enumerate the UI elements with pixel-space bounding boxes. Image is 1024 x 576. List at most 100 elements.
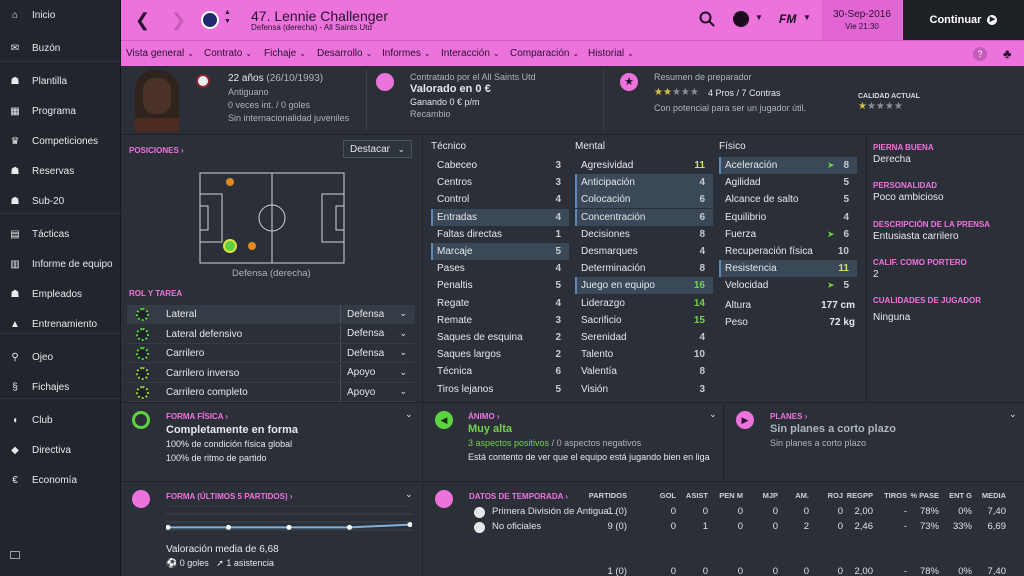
- attribute-row[interactable]: Equilibrio 4: [719, 209, 857, 226]
- forward-icon[interactable]: ❯: [171, 10, 186, 31]
- attribute-row[interactable]: Resistencia 11: [719, 260, 857, 278]
- sidebar-item-reservas[interactable]: ☗ Reservas: [0, 159, 121, 183]
- chevron-down-icon[interactable]: ⌄: [405, 489, 413, 500]
- help-icon[interactable]: ?: [973, 47, 987, 61]
- chevron-down-icon[interactable]: ▼: [803, 13, 811, 22]
- attribute-row[interactable]: Cabeceo 3: [431, 157, 569, 174]
- attribute-row[interactable]: Colocación 6: [575, 191, 713, 209]
- sidebar-item-inicio[interactable]: ⌂ Inicio: [0, 3, 121, 27]
- sidebar-item-buz-n[interactable]: ✉ Buzón: [0, 36, 121, 60]
- attribute-row[interactable]: Desmarques 4: [575, 243, 713, 260]
- attribute-row[interactable]: Recuperación física 10: [719, 243, 857, 260]
- sidebar-item-competiciones[interactable]: ♛ Competiciones: [0, 129, 121, 153]
- sidebar-item-plantilla[interactable]: ☗ Plantilla: [0, 69, 121, 93]
- role-row[interactable]: Lateral Defensa ⌄: [127, 305, 415, 324]
- sidebar-item-informe-de-equipo[interactable]: ▥ Informe de equipo: [0, 252, 121, 276]
- tab-historial[interactable]: Historial ⌄: [588, 48, 634, 59]
- attribute-row[interactable]: Pases 4: [431, 260, 569, 277]
- sidebar-item-sub-20[interactable]: ☗ Sub-20: [0, 189, 121, 213]
- season-column-header[interactable]: PEN M: [719, 491, 743, 500]
- morale-label[interactable]: ÁNIMO ›: [468, 412, 500, 421]
- role-row[interactable]: Carrilero inverso Apoyo ⌄: [127, 363, 415, 383]
- attribute-row[interactable]: Valentía 8: [575, 363, 713, 380]
- attribute-row[interactable]: Serenidad 4: [575, 329, 713, 346]
- duty-dropdown[interactable]: Defensa ⌄: [340, 324, 413, 343]
- positions-title[interactable]: POSICIONES ›: [129, 146, 184, 155]
- sidebar-item-t-cticas[interactable]: ▤ Tácticas: [0, 222, 121, 246]
- season-column-header[interactable]: MEDIA: [982, 491, 1006, 500]
- chevron-down-icon[interactable]: ⌄: [1009, 409, 1017, 420]
- chevron-down-icon[interactable]: ⌄: [405, 409, 413, 420]
- tab-desarrollo[interactable]: Desarrollo ⌄: [317, 48, 372, 59]
- attribute-row[interactable]: Centros 3: [431, 174, 569, 191]
- sidebar-item-programa[interactable]: ▦ Programa: [0, 99, 121, 123]
- role-row[interactable]: Carrilero Defensa ⌄: [127, 344, 415, 363]
- duty-dropdown[interactable]: Apoyo ⌄: [340, 363, 413, 382]
- globe-icon[interactable]: [733, 11, 749, 27]
- role-row[interactable]: Carrilero completo Apoyo ⌄: [127, 383, 415, 402]
- role-row[interactable]: Lateral defensivo Defensa ⌄: [127, 324, 415, 344]
- season-label[interactable]: DATOS DE TEMPORADA ›: [469, 492, 568, 501]
- attribute-row[interactable]: Agresividad 11: [575, 157, 713, 174]
- attribute-row[interactable]: Juego en equipo 16: [575, 277, 713, 295]
- season-column-header[interactable]: REGPP: [847, 491, 873, 500]
- competition-name[interactable]: No oficiales: [492, 521, 617, 532]
- season-column-header[interactable]: MJP: [763, 491, 778, 500]
- attribute-row[interactable]: Marcaje 5: [431, 243, 569, 260]
- attribute-row[interactable]: Talento 10: [575, 346, 713, 363]
- attribute-row[interactable]: Agilidad 5: [719, 174, 857, 191]
- attribute-row[interactable]: Fuerza 6 ➤: [719, 226, 857, 243]
- attribute-row[interactable]: Anticipación 4: [575, 174, 713, 192]
- highlight-dropdown[interactable]: Destacar ⌄: [343, 140, 412, 158]
- sidebar-item-directiva[interactable]: ◆ Directiva: [0, 438, 121, 462]
- date-box[interactable]: 30-Sep-2016 Vie 21:30: [822, 0, 902, 40]
- tab-informes[interactable]: Informes ⌄: [382, 48, 431, 59]
- attribute-row[interactable]: Decisiones 8: [575, 226, 713, 243]
- attribute-row[interactable]: Liderazgo 14: [575, 295, 713, 312]
- continue-button[interactable]: Continuar ▶: [903, 0, 1024, 40]
- attribute-row[interactable]: Tiros lejanos 5: [431, 381, 569, 398]
- morale-positive[interactable]: 3 aspectos positivos: [468, 438, 549, 448]
- season-column-header[interactable]: GOL: [660, 491, 676, 500]
- tab-comparaci-n[interactable]: Comparación ⌄: [510, 48, 579, 59]
- tab-vista-general[interactable]: Vista general ⌄: [126, 48, 194, 59]
- tab-fichaje[interactable]: Fichaje ⌄: [264, 48, 306, 59]
- club-icon[interactable]: ♣: [1003, 46, 1012, 61]
- chevron-down-icon[interactable]: ⌄: [709, 409, 717, 420]
- sidebar-item-econom-a[interactable]: € Economía: [0, 468, 121, 492]
- duty-dropdown[interactable]: Defensa ⌄: [340, 305, 413, 323]
- attribute-row[interactable]: Remate 3: [431, 312, 569, 329]
- morale-negative[interactable]: 0 aspectos negativos: [557, 438, 642, 448]
- fitness-label[interactable]: FORMA FÍSICA ›: [166, 412, 228, 421]
- screen-icon[interactable]: [10, 551, 20, 559]
- tab-contrato[interactable]: Contrato ⌄: [204, 48, 252, 59]
- form-label[interactable]: FORMA (ÚLTIMOS 5 PARTIDOS) ›: [166, 492, 293, 501]
- player-nationality[interactable]: Antiguano: [228, 87, 269, 97]
- sidebar-item-club[interactable]: ◖ Club: [0, 408, 121, 432]
- attribute-row[interactable]: Control 4: [431, 191, 569, 208]
- attribute-row[interactable]: Alcance de salto 5: [719, 191, 857, 208]
- sidebar-item-ojeo[interactable]: ⚲ Ojeo: [0, 345, 121, 369]
- attribute-row[interactable]: Saques de esquina 2: [431, 329, 569, 346]
- attribute-row[interactable]: Entradas 4: [431, 208, 569, 226]
- season-column-header[interactable]: TIROS: [884, 491, 907, 500]
- season-column-header[interactable]: % PASE: [910, 491, 939, 500]
- attribute-row[interactable]: Velocidad 5 ➤: [719, 277, 857, 294]
- attribute-row[interactable]: Concentración 6: [575, 208, 713, 226]
- attribute-row[interactable]: Técnica 6: [431, 363, 569, 380]
- back-icon[interactable]: ❮: [135, 10, 150, 31]
- attribute-row[interactable]: Faltas directas 1: [431, 226, 569, 243]
- duty-dropdown[interactable]: Apoyo ⌄: [340, 383, 413, 401]
- season-column-header[interactable]: ASIST: [686, 491, 708, 500]
- attribute-row[interactable]: Sacrificio 15: [575, 312, 713, 329]
- attribute-row[interactable]: Determinación 8: [575, 260, 713, 277]
- attribute-row[interactable]: Visión 3: [575, 381, 713, 398]
- competition-name[interactable]: Primera División de Antigua...: [492, 506, 617, 517]
- attribute-row[interactable]: Penaltis 5: [431, 277, 569, 294]
- sidebar-item-fichajes[interactable]: § Fichajes: [0, 375, 121, 399]
- player-switch-icon[interactable]: ▲ ▼: [224, 8, 231, 26]
- search-icon[interactable]: [699, 11, 715, 30]
- attribute-row[interactable]: Aceleración 8 ➤: [719, 157, 857, 174]
- duty-dropdown[interactable]: Defensa ⌄: [340, 344, 413, 362]
- sidebar-item-empleados[interactable]: ☗ Empleados: [0, 282, 121, 306]
